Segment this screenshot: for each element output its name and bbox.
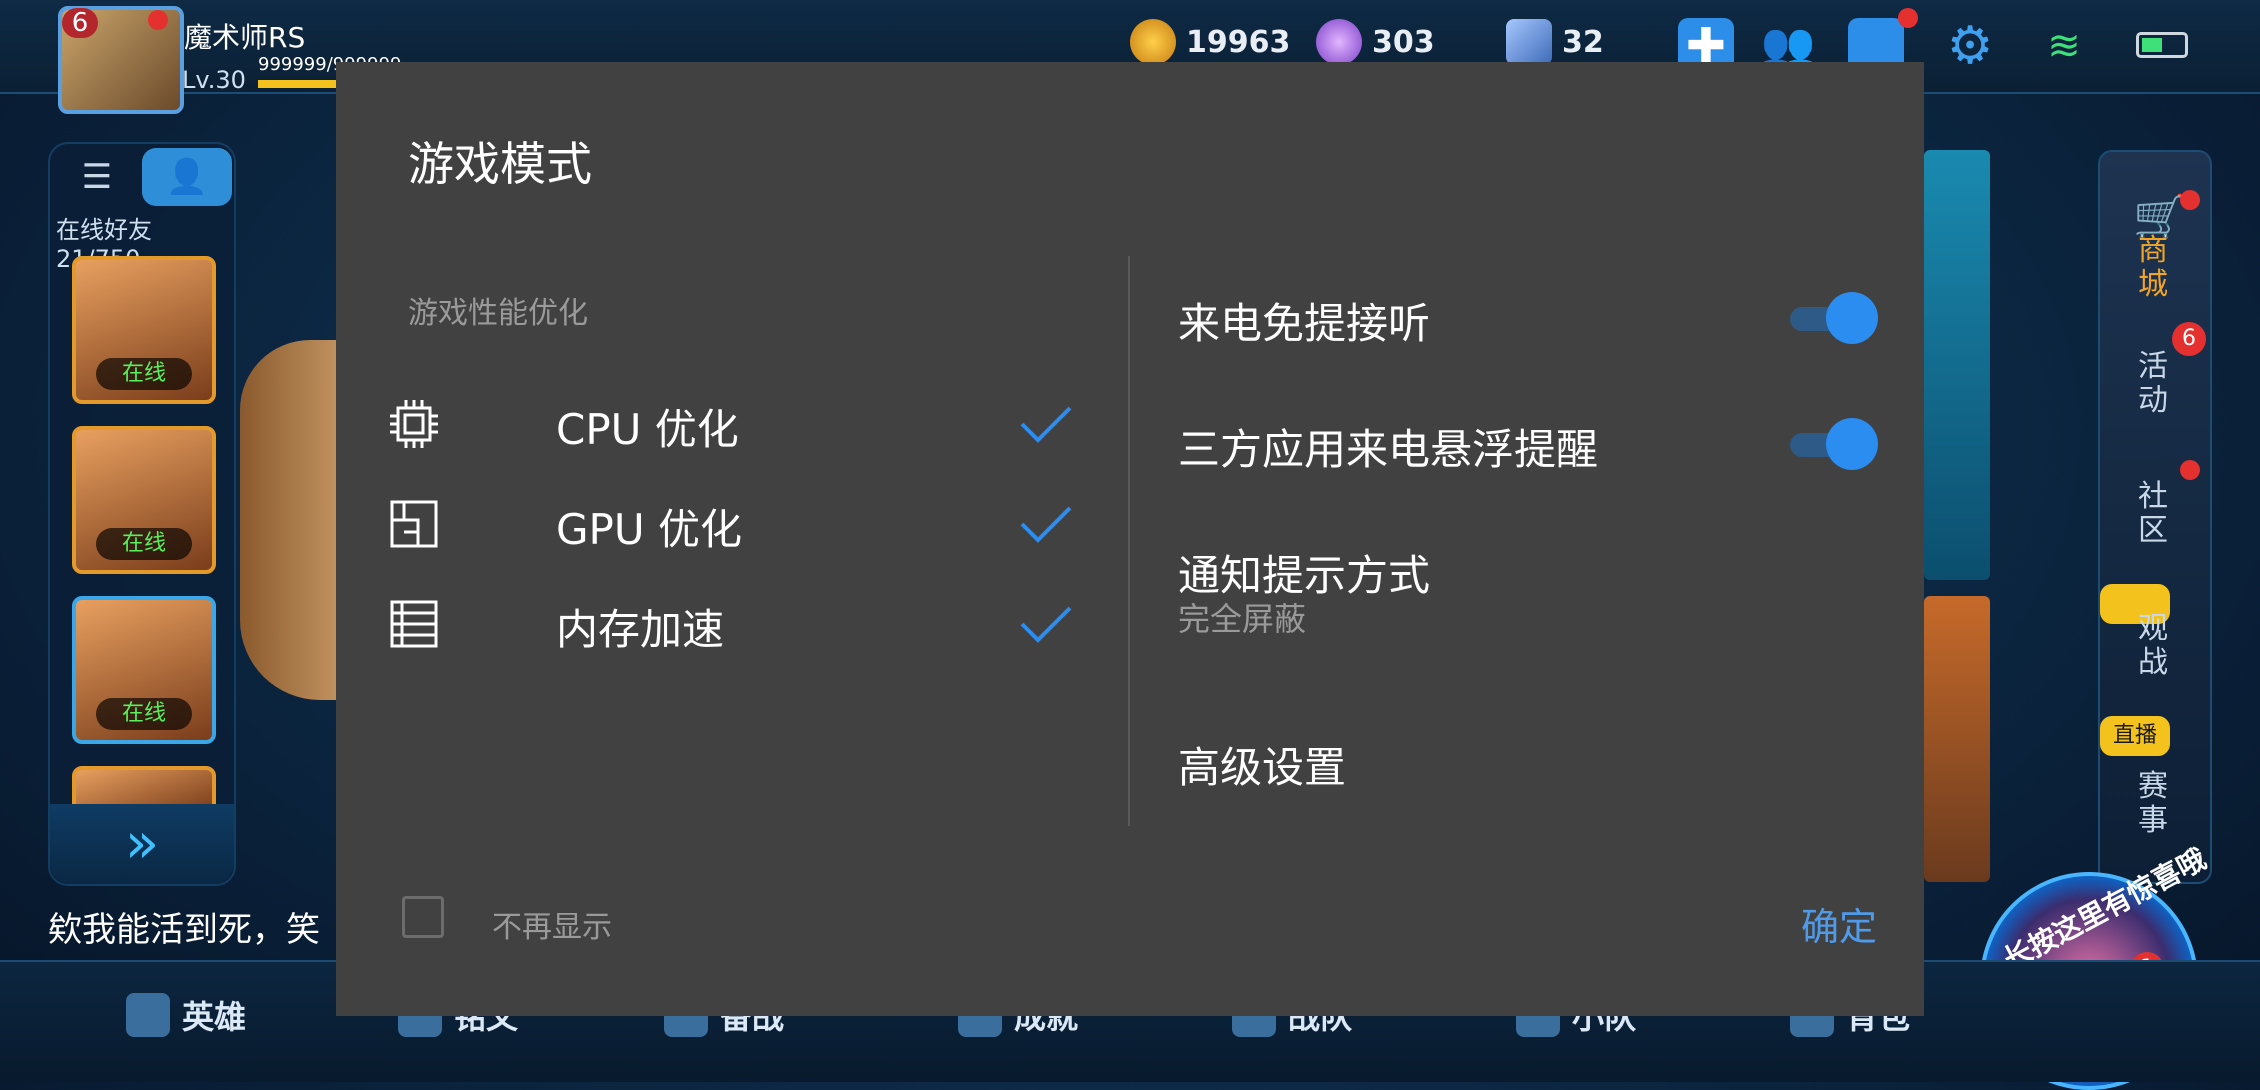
floating-call-toggle[interactable]: [1790, 418, 1878, 472]
gpu-icon: [390, 500, 438, 548]
wifi-icon: ≋: [2047, 23, 2081, 69]
cart-icon: 🛒: [2133, 192, 2186, 241]
memory-boost-option[interactable]: 内存加速: [388, 582, 1088, 662]
dont-show-checkbox[interactable]: [402, 896, 444, 938]
gpu-optimize-option[interactable]: GPU 优化: [388, 482, 1088, 562]
check-icon: [1020, 606, 1072, 643]
notify-mode-value: 完全屏蔽: [1178, 600, 1307, 638]
memory-icon: [390, 600, 438, 648]
nav-watch-label: 观战: [2138, 611, 2168, 680]
community-notification-dot: [2180, 460, 2200, 480]
nav-event[interactable]: 赛事: [2133, 770, 2173, 838]
advanced-settings[interactable]: 高级设置: [1178, 734, 1346, 795]
diamond-counter[interactable]: 303: [1316, 18, 1435, 66]
floating-call-label: 三方应用来电悬浮提醒: [1178, 425, 1599, 474]
gold-coin-icon: [1130, 19, 1176, 65]
nav-hero-label: 英雄: [182, 998, 247, 1036]
game-mode-dialog: 游戏模式 游戏性能优化 CPU 优化 GPU 优化 内存加速 来电免提接听 三方…: [336, 62, 1924, 1016]
player-name: 魔术师RS: [184, 21, 306, 54]
coupon-value: 32: [1562, 24, 1604, 60]
cpu-optimize-label: CPU 优化: [556, 405, 739, 454]
event-card[interactable]: [1924, 150, 1990, 580]
mode-card[interactable]: [1924, 596, 1990, 882]
online-status: 在线: [96, 528, 192, 560]
diamond-icon: [1316, 19, 1362, 65]
tab-friends[interactable]: 👤: [142, 148, 232, 206]
battery-icon: [2136, 32, 2188, 58]
player-level: Lv.30: [182, 66, 246, 94]
nav-activity[interactable]: 活动: [2133, 350, 2173, 418]
tab-groups[interactable]: ☰: [52, 148, 142, 206]
coupon-icon: [1506, 19, 1552, 65]
chat-message[interactable]: 欸我能活到死，笑: [48, 902, 320, 951]
coupon-counter[interactable]: 32: [1506, 18, 1604, 66]
toggle-knob: [1826, 418, 1878, 470]
column-divider: [1128, 256, 1130, 826]
nav-event-label: 赛事: [2138, 769, 2168, 838]
live-tag: 直播: [2100, 716, 2170, 756]
gold-value: 19963: [1186, 24, 1291, 60]
nav-watch[interactable]: 观战: [2133, 612, 2173, 680]
gear-icon[interactable]: ⚙: [1942, 18, 1998, 74]
nav-shop-label: 商城: [2138, 233, 2168, 302]
mail-notification-dot: [1898, 8, 1918, 28]
nav-shop[interactable]: 🛒 商城: [2133, 192, 2186, 302]
hero-icon: [126, 993, 170, 1037]
activity-badge: 6: [2172, 322, 2206, 356]
friend-card[interactable]: 在线: [72, 256, 216, 404]
avatar-notification-dot: [148, 10, 168, 30]
check-icon: [1020, 406, 1072, 443]
hands-free-toggle[interactable]: [1790, 292, 1878, 346]
memory-boost-label: 内存加速: [556, 605, 725, 654]
rank-badge: 6: [62, 8, 98, 38]
nav-community-label: 社区: [2138, 479, 2168, 548]
toggle-knob: [1826, 292, 1878, 344]
online-status: 在线: [96, 698, 192, 730]
gold-counter[interactable]: 19963: [1130, 18, 1290, 66]
diamond-value: 303: [1372, 24, 1435, 60]
performance-section-title: 游戏性能优化: [408, 296, 588, 331]
nav-community[interactable]: 社区: [2133, 480, 2173, 548]
friends-panel: ☰ 👤 在线好友21/750 在线 在线 在线 »: [48, 142, 236, 886]
cpu-optimize-option[interactable]: CPU 优化: [388, 382, 1088, 462]
nav-activity-label: 活动: [2138, 349, 2168, 418]
nav-hero[interactable]: 英雄: [126, 992, 246, 1038]
friend-card[interactable]: 在线: [72, 596, 216, 744]
dialog-title: 游戏模式: [408, 137, 592, 191]
online-status: 在线: [96, 358, 192, 390]
expand-friends-button[interactable]: »: [50, 804, 234, 884]
gpu-optimize-label: GPU 优化: [556, 505, 742, 554]
dont-show-label: 不再显示: [492, 910, 612, 945]
hands-free-label: 来电免提接听: [1178, 299, 1431, 348]
check-icon: [1020, 506, 1072, 543]
confirm-button[interactable]: 确定: [1801, 896, 1877, 951]
cpu-icon: [390, 400, 438, 448]
friend-card[interactable]: 在线: [72, 426, 216, 574]
shop-notification-dot: [2180, 190, 2200, 210]
